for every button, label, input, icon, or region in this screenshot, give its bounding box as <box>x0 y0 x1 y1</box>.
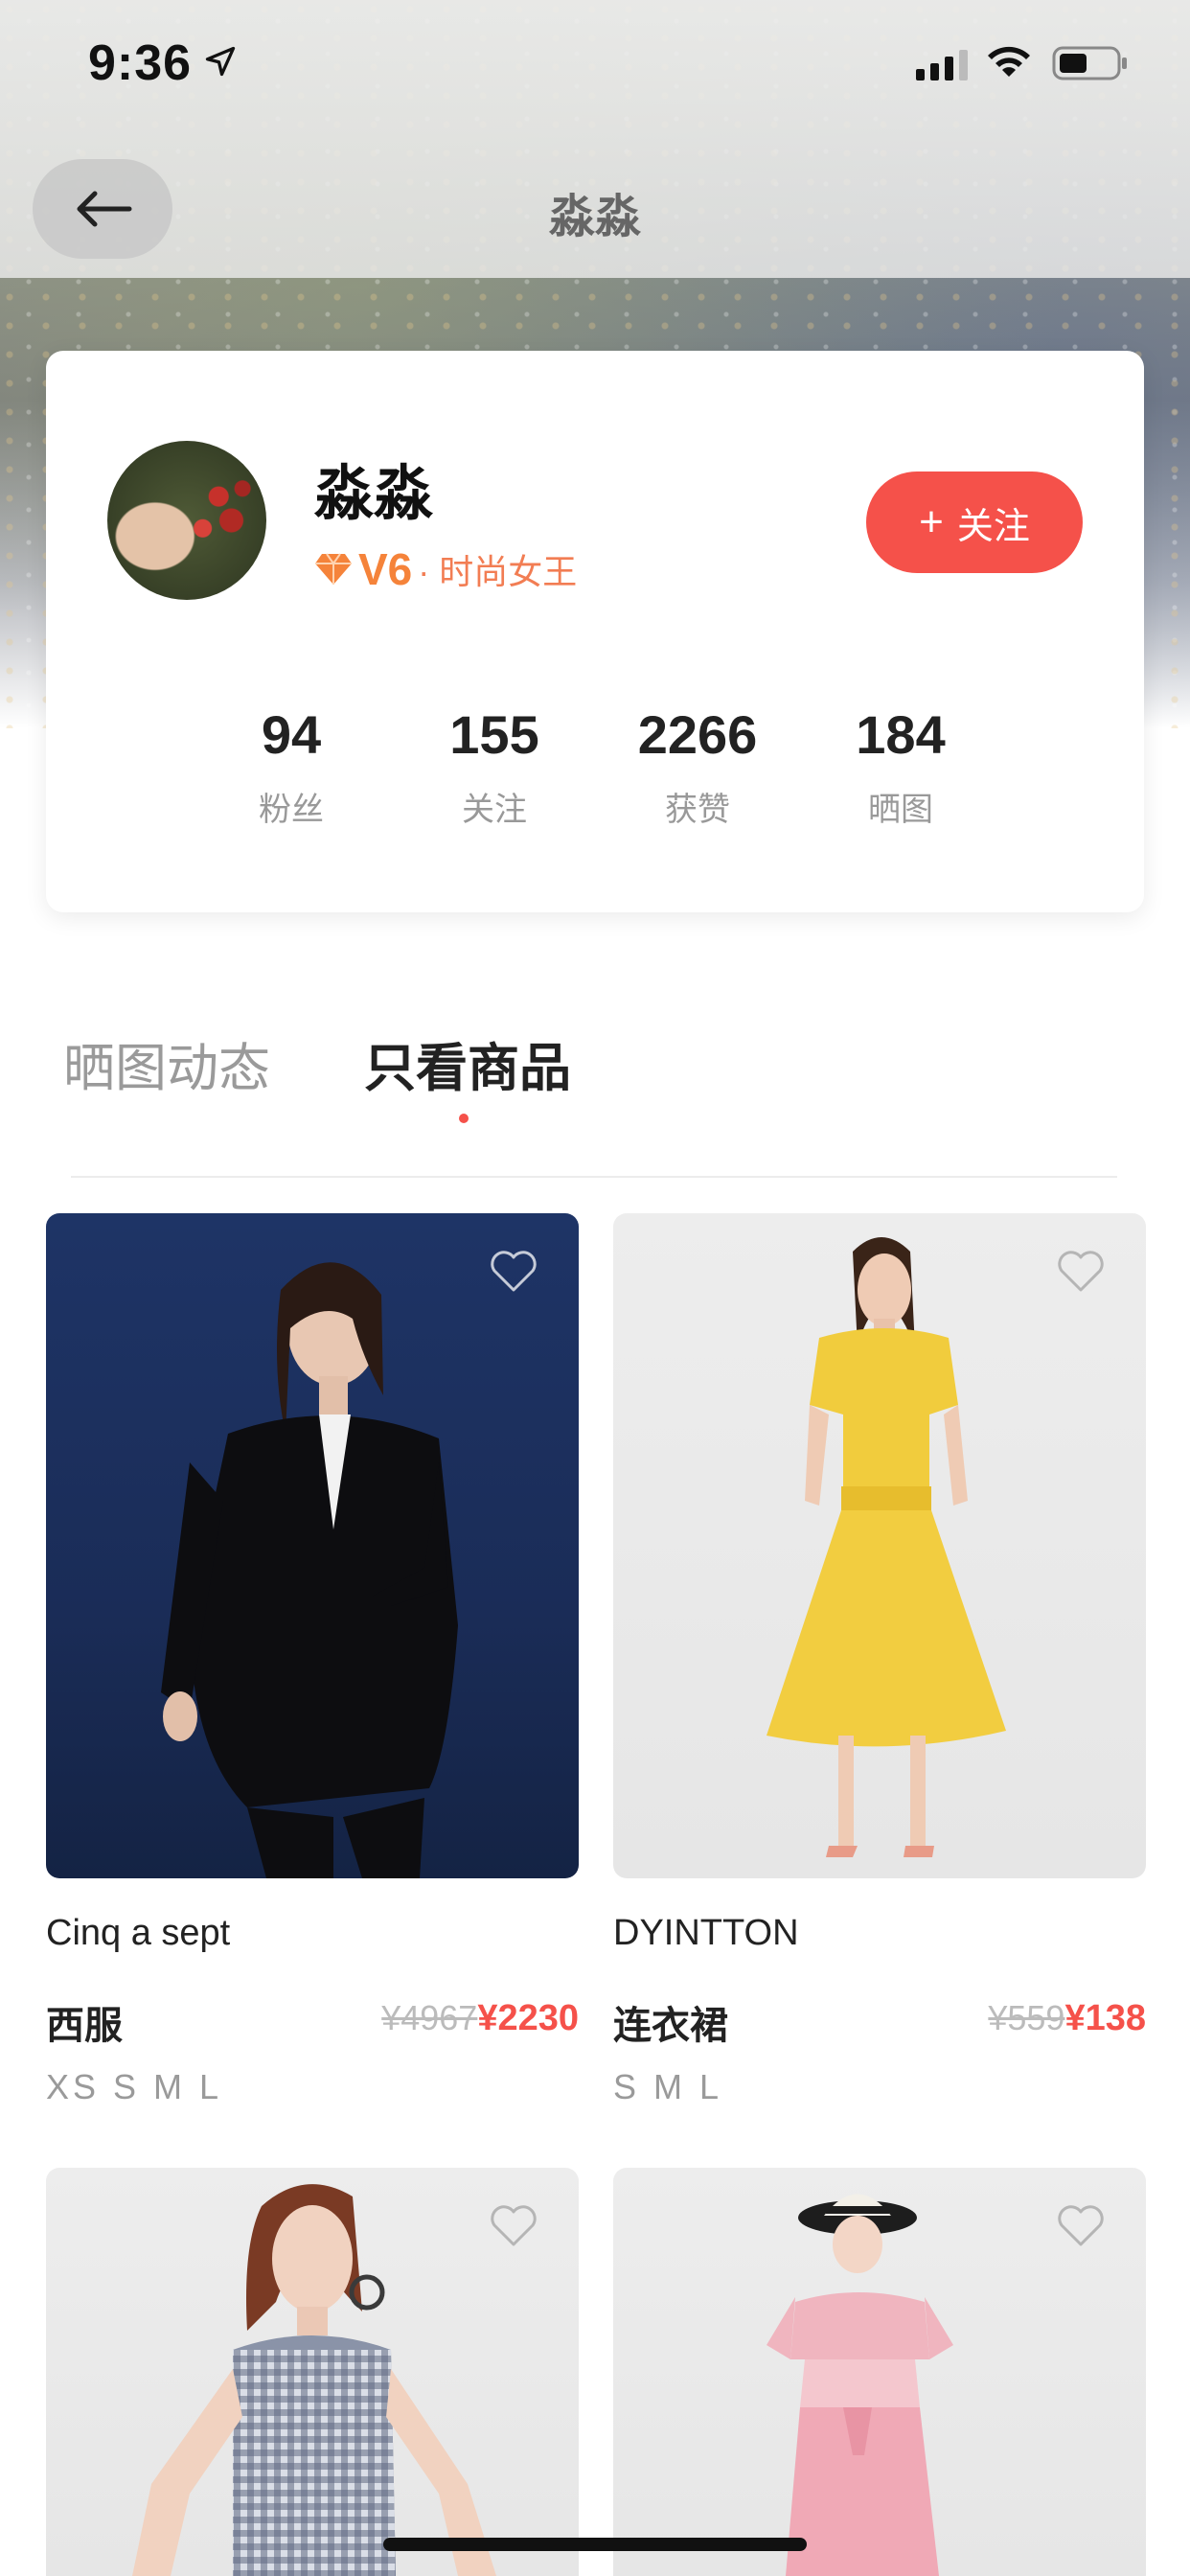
active-tab-indicator <box>459 1114 469 1123</box>
stat-label: 获赞 <box>665 792 730 828</box>
tab-photo-feed[interactable]: 晒图动态 <box>63 1025 270 1101</box>
profile-card: 淼淼 V6 · 时尚女王 + 关注 94 粉丝 155 关注 2266 获赞 1… <box>46 351 1144 912</box>
product-photo-blazer <box>161 1262 458 1878</box>
heart-icon[interactable] <box>489 1250 538 1294</box>
price: ¥559 ¥138 <box>988 1998 1146 2039</box>
product-photo-yellow-dress <box>767 1237 1006 1857</box>
tab-products-only[interactable]: 只看商品 <box>364 1025 571 1101</box>
sale-price: ¥2230 <box>477 1998 579 2038</box>
battery-icon <box>1052 46 1127 80</box>
product-image[interactable] <box>46 2168 579 2576</box>
original-price: ¥4967 <box>381 1998 478 2037</box>
stat-value: 184 <box>856 704 946 765</box>
stat-value: 94 <box>261 704 322 765</box>
product-name-price: 连衣裙 ¥559 ¥138 <box>613 1994 1146 2047</box>
follow-label: 关注 <box>956 506 1030 547</box>
stats-row: 94 粉丝 155 关注 2266 获赞 184 晒图 <box>46 703 1144 838</box>
product-card[interactable] <box>613 2168 1146 2576</box>
sale-price: ¥138 <box>1064 1998 1146 2038</box>
page-title: 淼淼 <box>548 192 641 242</box>
level-title: · 时尚女王 <box>418 552 578 591</box>
product-image[interactable] <box>613 2168 1146 2576</box>
user-name: 淼淼 <box>314 461 434 527</box>
stat-label: 粉丝 <box>259 792 324 828</box>
stat-value: 155 <box>449 704 539 765</box>
plus-icon: + <box>919 498 944 545</box>
wifi-icon <box>988 46 1030 77</box>
product-name-price: 西服 ¥4967 ¥2230 <box>46 1994 579 2047</box>
stat-fans[interactable]: 94 粉丝 <box>195 703 387 830</box>
product-image[interactable] <box>46 1213 579 1878</box>
stat-following[interactable]: 155 关注 <box>399 703 590 830</box>
heart-icon[interactable] <box>1056 2204 1106 2248</box>
follow-button[interactable]: + 关注 <box>866 472 1083 573</box>
stat-value: 2266 <box>637 704 758 765</box>
stat-label: 晒图 <box>868 792 933 828</box>
avatar[interactable] <box>107 441 266 600</box>
product-card[interactable]: DYINTTON 连衣裙 ¥559 ¥138 S M L <box>613 1213 1146 2107</box>
location-arrow-icon <box>205 46 236 77</box>
stat-label: 关注 <box>462 792 527 828</box>
product-image[interactable] <box>613 1213 1146 1878</box>
product-name: 连衣裙 <box>613 2005 728 2047</box>
product-brand: DYINTTON <box>613 1913 799 1953</box>
product-card[interactable]: Cinq a sept 西服 ¥4967 ¥2230 XS S M L <box>46 1213 579 2107</box>
divider <box>71 1176 1117 1178</box>
home-indicator[interactable] <box>383 2538 807 2551</box>
price: ¥4967 ¥2230 <box>381 1998 579 2039</box>
cellular-signal-icon <box>916 50 968 80</box>
product-sizes: XS S M L <box>46 2067 223 2106</box>
product-brand: Cinq a sept <box>46 1913 231 1953</box>
heart-icon[interactable] <box>1056 1250 1106 1294</box>
content-tabs: 晒图动态 只看商品 <box>0 1016 1190 1179</box>
product-sizes: S M L <box>613 2067 723 2106</box>
level-badge: V6 <box>358 544 413 594</box>
product-name: 西服 <box>46 2005 123 2047</box>
stat-photos[interactable]: 184 晒图 <box>805 703 996 830</box>
diamond-icon <box>315 553 352 585</box>
status-time: 9:36 <box>88 35 193 91</box>
status-bar: 9:36 <box>0 0 1190 125</box>
stat-likes[interactable]: 2266 获赞 <box>602 703 793 830</box>
product-card[interactable] <box>46 2168 579 2576</box>
heart-icon[interactable] <box>489 2204 538 2248</box>
user-level: V6 · 时尚女王 <box>314 542 577 596</box>
original-price: ¥559 <box>988 1998 1065 2037</box>
